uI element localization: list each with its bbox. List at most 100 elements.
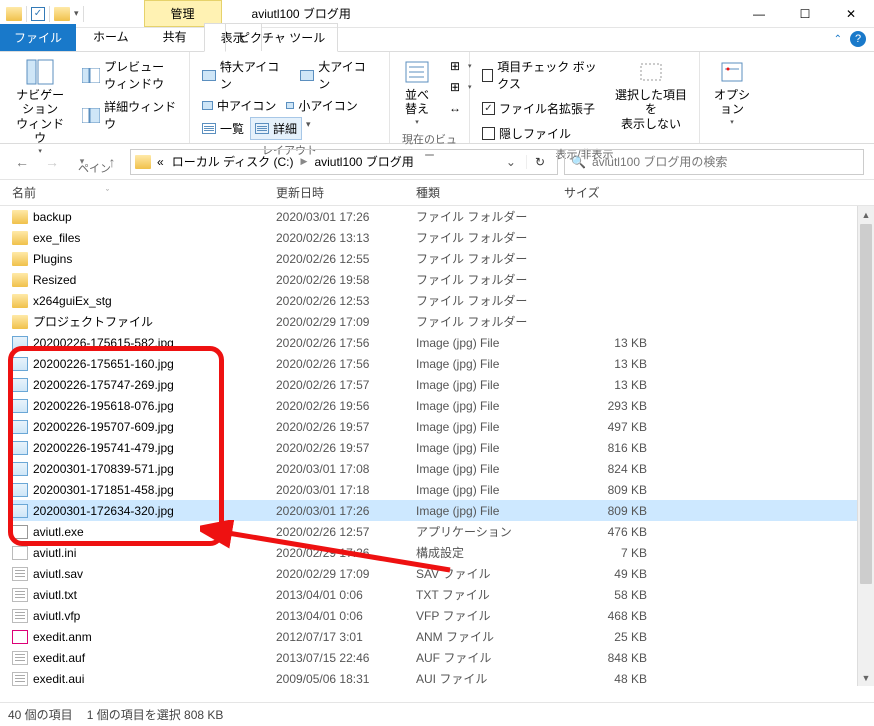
file-row[interactable]: 20200226-175615-582.jpg2020/02/26 17:56I…: [12, 332, 874, 353]
file-icon: [12, 525, 28, 539]
file-type: ファイル フォルダー: [416, 250, 564, 267]
breadcrumb-disk[interactable]: ローカル ディスク (C:): [170, 153, 296, 170]
close-button[interactable]: ✕: [828, 0, 874, 28]
m-icons-button[interactable]: 中アイコン: [198, 95, 280, 116]
file-date: 2009/05/06 18:31: [276, 672, 416, 686]
help-icon[interactable]: ?: [850, 31, 866, 47]
l-icons-button[interactable]: 大アイコン: [296, 56, 381, 94]
column-type[interactable]: 種類: [416, 184, 564, 201]
picture-tools-tab[interactable]: ピクチャ ツール: [225, 23, 338, 52]
file-row[interactable]: aviutl.vfp2013/04/01 0:06VFP ファイル468 KB: [12, 605, 874, 626]
file-name: 20200226-195707-609.jpg: [33, 420, 174, 434]
collapse-ribbon-icon[interactable]: ⌃: [834, 34, 842, 45]
file-row[interactable]: プロジェクトファイル2020/02/29 17:09ファイル フォルダー: [12, 311, 874, 332]
file-row[interactable]: exedit.anm2012/07/17 3:01ANM ファイル25 KB: [12, 626, 874, 647]
file-type: Image (jpg) File: [416, 336, 564, 350]
scrollbar[interactable]: ▲ ▼: [857, 206, 874, 686]
details-view-button[interactable]: 詳細: [250, 117, 302, 140]
file-row[interactable]: 20200301-171851-458.jpg2020/03/01 17:18I…: [12, 479, 874, 500]
scroll-up-icon[interactable]: ▲: [858, 206, 874, 223]
file-row[interactable]: 20200226-175747-269.jpg2020/02/26 17:57I…: [12, 374, 874, 395]
file-size: 13 KB: [564, 378, 659, 392]
file-type: Image (jpg) File: [416, 504, 564, 518]
details-pane-button[interactable]: 詳細ウィンドウ: [78, 96, 181, 134]
file-row[interactable]: Plugins2020/02/26 12:55ファイル フォルダー: [12, 248, 874, 269]
file-row[interactable]: 20200226-195618-076.jpg2020/02/26 19:56I…: [12, 395, 874, 416]
folder-icon: [12, 231, 28, 245]
hide-selected-button[interactable]: 選択した項目を 表示しない: [611, 56, 691, 133]
minimize-button[interactable]: ―: [736, 0, 782, 28]
column-date[interactable]: 更新日時: [276, 184, 416, 201]
file-row[interactable]: aviutl.sav2020/02/29 17:09SAV ファイル49 KB: [12, 563, 874, 584]
qat-folder-icon[interactable]: [54, 7, 70, 21]
up-button[interactable]: ↑: [100, 150, 124, 174]
file-tab[interactable]: ファイル: [0, 24, 76, 51]
scroll-down-icon[interactable]: ▼: [858, 669, 874, 686]
file-date: 2013/04/01 0:06: [276, 588, 416, 602]
folder-icon: [12, 210, 28, 224]
file-name: aviutl.txt: [33, 588, 77, 602]
file-row[interactable]: 20200301-172634-320.jpg2020/03/01 17:26I…: [12, 500, 874, 521]
file-row[interactable]: 20200301-170839-571.jpg2020/03/01 17:08I…: [12, 458, 874, 479]
breadcrumb-prefix[interactable]: «: [155, 155, 166, 169]
address-bar[interactable]: « ローカル ディスク (C:) ▶ aviutl100 ブログ用 ⌄ ↻: [130, 149, 558, 175]
home-tab[interactable]: ホーム: [76, 22, 146, 51]
file-name: 20200301-172634-320.jpg: [33, 504, 174, 518]
s-icons-button[interactable]: 小アイコン: [282, 95, 361, 116]
column-size[interactable]: サイズ: [564, 184, 659, 201]
hidden-files-toggle[interactable]: 隠しファイル: [478, 123, 605, 144]
file-row[interactable]: exe_files2020/02/26 13:13ファイル フォルダー: [12, 227, 874, 248]
file-row[interactable]: aviutl.txt2013/04/01 0:06TXT ファイル58 KB: [12, 584, 874, 605]
recent-locations-button[interactable]: ▾: [70, 150, 94, 174]
file-name: aviutl.vfp: [33, 609, 80, 623]
file-type: アプリケーション: [416, 523, 564, 540]
refresh-button[interactable]: ↻: [526, 155, 553, 169]
scroll-thumb[interactable]: [860, 224, 872, 584]
sort-button[interactable]: 並べ替え ▾: [398, 56, 436, 129]
navigation-pane-button[interactable]: ナビゲーション ウィンドウ ▾: [8, 56, 72, 158]
column-name[interactable]: 名前ˇ: [12, 184, 276, 201]
file-row[interactable]: exedit.auf2013/07/15 22:46AUF ファイル848 KB: [12, 647, 874, 668]
list-button[interactable]: 一覧: [198, 117, 248, 140]
file-type: AUI ファイル: [416, 670, 564, 686]
file-type: ファイル フォルダー: [416, 292, 564, 309]
search-box[interactable]: 🔍 aviutl100 ブログ用の検索: [564, 149, 864, 175]
file-icon: [12, 651, 28, 665]
forward-button[interactable]: →: [40, 150, 64, 174]
options-button[interactable]: オプション ▾: [708, 56, 756, 129]
qat-checkbox[interactable]: ✓: [31, 7, 45, 21]
file-type: VFP ファイル: [416, 607, 564, 624]
breadcrumb-folder[interactable]: aviutl100 ブログ用: [312, 153, 415, 170]
image-icon: [12, 399, 28, 413]
file-date: 2020/02/29 17:09: [276, 315, 416, 329]
file-row[interactable]: 20200226-195741-479.jpg2020/02/26 19:57I…: [12, 437, 874, 458]
file-date: 2020/02/26 17:57: [276, 378, 416, 392]
xl-icons-button[interactable]: 特大アイコン: [198, 56, 294, 94]
file-date: 2020/02/26 12:57: [276, 525, 416, 539]
file-row[interactable]: aviutl.exe2020/02/26 12:57アプリケーション476 KB: [12, 521, 874, 542]
quick-access-toolbar: ✓ ▾: [0, 6, 84, 22]
back-button[interactable]: ←: [10, 150, 34, 174]
file-row[interactable]: x264guiEx_stg2020/02/26 12:53ファイル フォルダー: [12, 290, 874, 311]
file-icon: [12, 630, 28, 644]
item-checkboxes-toggle[interactable]: 項目チェック ボックス: [478, 56, 605, 94]
file-icon: [12, 567, 28, 581]
file-row[interactable]: aviutl.ini2020/02/29 17:26構成設定7 KB: [12, 542, 874, 563]
file-size: 468 KB: [564, 609, 659, 623]
file-row[interactable]: exedit.aui2009/05/06 18:31AUI ファイル48 KB: [12, 668, 874, 686]
file-type: Image (jpg) File: [416, 420, 564, 434]
preview-pane-button[interactable]: プレビュー ウィンドウ: [78, 56, 181, 94]
app-folder-icon: [6, 7, 22, 21]
file-date: 2020/02/29 17:09: [276, 567, 416, 581]
file-row[interactable]: Resized2020/02/26 19:58ファイル フォルダー: [12, 269, 874, 290]
file-row[interactable]: backup2020/03/01 17:26ファイル フォルダー: [12, 206, 874, 227]
search-icon: 🔍: [571, 155, 586, 169]
maximize-button[interactable]: ☐: [782, 0, 828, 28]
file-name: Plugins: [33, 252, 72, 266]
file-row[interactable]: 20200226-195707-609.jpg2020/02/26 19:57I…: [12, 416, 874, 437]
share-tab[interactable]: 共有: [146, 22, 204, 51]
file-list[interactable]: backup2020/03/01 17:26ファイル フォルダーexe_file…: [0, 206, 874, 686]
file-extensions-toggle[interactable]: ✓ファイル名拡張子: [478, 98, 605, 119]
file-row[interactable]: 20200226-175651-160.jpg2020/02/26 17:56I…: [12, 353, 874, 374]
address-dropdown-icon[interactable]: ⌄: [500, 155, 522, 169]
